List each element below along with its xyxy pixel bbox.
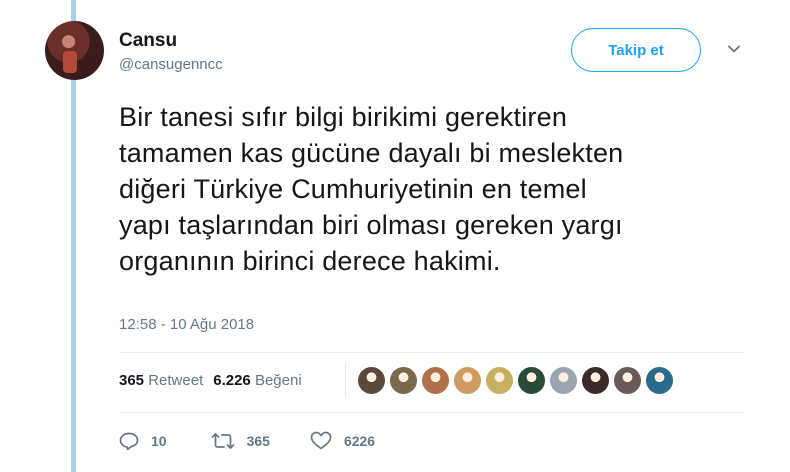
liker-avatar[interactable] (518, 367, 545, 394)
tweet-timestamp[interactable]: 12:58 - 10 Ağu 2018 (119, 316, 254, 333)
stats-separator (345, 362, 346, 398)
liker-avatar[interactable] (390, 367, 417, 394)
tweet-actions: 10 365 6226 (119, 431, 375, 450)
tweet-text-line: tamamen kas gücüne dayalı bi meslekten (119, 138, 624, 168)
follow-button[interactable]: Takip et (571, 28, 701, 72)
liker-avatar[interactable] (582, 367, 609, 394)
retweet-count: 365 (246, 432, 270, 449)
like-count: 6226 (343, 432, 376, 449)
retweet-stat[interactable]: 365 Retweet (119, 372, 203, 389)
liker-avatar[interactable] (646, 367, 673, 394)
liker-avatar[interactable] (454, 367, 481, 394)
tweet-text: Bir tanesi sıfır bilgi birikimi gerektir… (119, 99, 759, 279)
retweet-icon (211, 432, 234, 449)
tweet-stats: 365 Retweet 6.226 Beğeni (119, 372, 302, 389)
liker-avatar[interactable] (550, 367, 577, 394)
liker-avatar[interactable] (358, 367, 385, 394)
liker-avatar[interactable] (486, 367, 513, 394)
likers-avatars (358, 367, 673, 394)
retweet-stat-label: Retweet (148, 372, 204, 389)
username-handle[interactable]: @cansugenncc (119, 56, 223, 73)
heart-icon (310, 431, 332, 450)
liker-avatar[interactable] (614, 367, 641, 394)
display-name[interactable]: Cansu (119, 30, 177, 52)
like-stat[interactable]: 6.226 Beğeni (213, 372, 301, 389)
tweet-text-line: diğeri Türkiye Cumhuriyetinin en temel (119, 174, 587, 204)
divider (119, 412, 744, 413)
like-stat-count: 6.226 (213, 372, 251, 389)
tweet-text-line: yapı taşlarından biri olması gereken yar… (119, 210, 623, 240)
liker-avatar[interactable] (422, 367, 449, 394)
chevron-down-icon[interactable] (727, 42, 741, 56)
reply-count: 10 (151, 432, 167, 449)
reply-button[interactable]: 10 (119, 432, 167, 450)
tweet-text-line: Bir tanesi sıfır bilgi birikimi gerektir… (119, 102, 568, 132)
avatar[interactable] (45, 21, 104, 80)
like-stat-label: Beğeni (254, 372, 302, 389)
like-button[interactable]: 6226 (310, 431, 375, 450)
retweet-stat-count: 365 (119, 372, 145, 389)
tweet-text-line: organının birinci derece hakimi. (119, 246, 501, 276)
retweet-button[interactable]: 365 (211, 432, 270, 450)
divider (119, 352, 744, 353)
reply-icon (119, 432, 139, 450)
